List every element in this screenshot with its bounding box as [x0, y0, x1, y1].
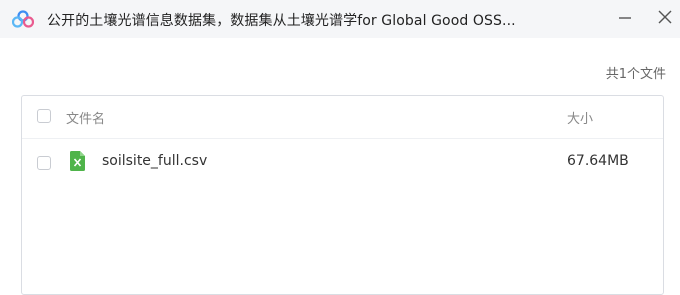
close-icon[interactable]	[652, 4, 678, 30]
select-all-checkbox[interactable]	[37, 109, 51, 123]
file-list-header: 文件名 大小	[22, 96, 663, 139]
baidu-netdisk-icon	[12, 10, 34, 28]
excel-file-icon	[70, 151, 85, 171]
file-size: 67.64MB	[567, 153, 629, 169]
file-count: 共1个文件	[605, 67, 666, 82]
minimize-icon[interactable]	[612, 4, 638, 30]
file-list-panel: 文件名 大小 soilsite_full.csv 67.64MB	[21, 95, 664, 295]
row-checkbox[interactable]	[37, 156, 51, 170]
title-bar: 公开的土壤光谱信息数据集，数据集从土壤光谱学for Global Good OS…	[0, 0, 680, 38]
column-header-name: 文件名	[66, 112, 106, 127]
file-name[interactable]: soilsite_full.csv	[102, 153, 207, 169]
column-header-size: 大小	[567, 112, 594, 127]
window-title: 公开的土壤光谱信息数据集，数据集从土壤光谱学for Global Good OS…	[47, 13, 516, 29]
table-row[interactable]: soilsite_full.csv 67.64MB	[22, 139, 663, 187]
